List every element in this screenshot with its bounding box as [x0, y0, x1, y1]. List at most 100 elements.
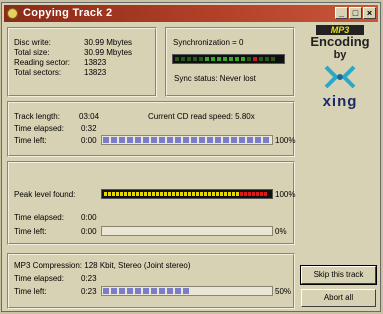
progress-segment — [199, 137, 205, 143]
peak-meter-segment — [172, 192, 175, 196]
peak-meter-segment — [252, 192, 255, 196]
progress-segment — [223, 137, 229, 143]
peak-level-meter — [101, 189, 273, 199]
peak-meter-segment — [132, 192, 135, 196]
peak-meter-segment — [264, 192, 267, 196]
progress-segment — [127, 137, 133, 143]
progress-segment — [159, 137, 165, 143]
peak-meter-segment — [192, 192, 195, 196]
peak-meter-segment — [260, 192, 263, 196]
track-percent: 100% — [275, 136, 296, 145]
peak-meter-segment — [148, 192, 151, 196]
sync-meter-segment — [187, 57, 191, 61]
sync-meter-segment — [199, 57, 203, 61]
progress-segment — [127, 288, 133, 294]
progress-segment — [111, 137, 117, 143]
progress-segment — [111, 288, 117, 294]
track-elapsed-label: Time elapsed: — [14, 124, 64, 133]
sync-meter-segment — [235, 57, 239, 61]
sync-meter-segment — [223, 57, 227, 61]
sync-meter — [172, 54, 285, 64]
mp3-percent: 50% — [275, 287, 292, 296]
peak-meter-segment — [112, 192, 115, 196]
progress-segment — [207, 137, 213, 143]
progress-segment — [231, 137, 237, 143]
title-bar[interactable]: Copying Track 2 _ □ × — [4, 5, 378, 22]
sync-meter-segment — [205, 57, 209, 61]
reading-sector-value: 13823 — [84, 58, 107, 67]
total-size-label: Total size: — [14, 48, 50, 57]
peak-meter-segment — [256, 192, 259, 196]
progress-segment — [183, 288, 189, 294]
sync-label: Synchronization = 0 — [173, 38, 244, 47]
progress-segment — [175, 288, 181, 294]
peak-meter-segment — [208, 192, 211, 196]
track-length-value: 03:04 — [79, 112, 100, 121]
minimize-button[interactable]: _ — [335, 7, 348, 19]
peak-meter-segment — [228, 192, 231, 196]
peak-meter-segment — [236, 192, 239, 196]
sync-meter-segment — [241, 57, 245, 61]
track-left-value: 0:00 — [81, 136, 97, 145]
track-left-label: Time left: — [14, 136, 47, 145]
peak-meter-segment — [104, 192, 107, 196]
abort-all-button[interactable]: Abort all — [301, 289, 376, 307]
peak-meter-segment — [200, 192, 203, 196]
peak-meter-segment — [160, 192, 163, 196]
peak-percent: 100% — [275, 190, 296, 199]
peak-meter-segment — [224, 192, 227, 196]
sync-meter-segment — [181, 57, 185, 61]
progress-segment — [215, 137, 221, 143]
progress-segment — [263, 137, 269, 143]
progress-segment — [255, 137, 261, 143]
peak-meter-segment — [212, 192, 215, 196]
peak-meter-segment — [156, 192, 159, 196]
peak-meter-segment — [116, 192, 119, 196]
progress-segment — [151, 137, 157, 143]
progress-segment — [103, 137, 109, 143]
mp3-compression-label: MP3 Compression: 128 Kbit, Stereo (Joint… — [14, 261, 191, 270]
peak-percent-2: 0% — [275, 227, 287, 236]
progress-segment — [247, 137, 253, 143]
progress-segment — [191, 137, 197, 143]
peak-meter-segment — [128, 192, 131, 196]
disc-write-value: 30.99 Mbytes — [84, 38, 133, 47]
mp3-elapsed-label: Time elapsed: — [14, 274, 64, 283]
peak-meter-segment — [244, 192, 247, 196]
mp3-elapsed-value: 0:23 — [81, 274, 97, 283]
peak-elapsed-label: Time elapsed: — [14, 213, 64, 222]
sync-meter-segment — [175, 57, 179, 61]
progress-segment — [103, 288, 109, 294]
peak-meter-segment — [140, 192, 143, 196]
cd-icon — [7, 8, 18, 19]
peak-meter-segment — [220, 192, 223, 196]
close-button[interactable]: × — [363, 7, 376, 19]
progress-segment — [151, 288, 157, 294]
peak-meter-segment — [204, 192, 207, 196]
sync-meter-segment — [265, 57, 269, 61]
maximize-button[interactable]: □ — [349, 7, 362, 19]
peak-meter-segment — [184, 192, 187, 196]
mp3-left-value: 0:23 — [81, 287, 97, 296]
total-sectors-label: Total sectors: — [14, 68, 62, 77]
sync-meter-segment — [253, 57, 257, 61]
sync-meter-segment — [247, 57, 251, 61]
reading-sector-label: Reading sector: — [14, 58, 71, 67]
progress-segment — [175, 137, 181, 143]
peak-meter-segment — [136, 192, 139, 196]
peak-meter-segment — [216, 192, 219, 196]
progress-segment — [135, 137, 141, 143]
peak-left-label: Time left: — [14, 227, 47, 236]
progress-segment — [183, 137, 189, 143]
progress-segment — [167, 137, 173, 143]
skip-track-button[interactable]: Skip this track — [300, 265, 377, 285]
peak-meter-segment — [152, 192, 155, 196]
peak-meter-segment — [240, 192, 243, 196]
total-size-value: 30.99 Mbytes — [84, 48, 133, 57]
mp3-left-label: Time left: — [14, 287, 47, 296]
peak-meter-segment — [232, 192, 235, 196]
sync-meter-segment — [271, 57, 275, 61]
sync-meter-segment — [193, 57, 197, 61]
sync-meter-segment — [229, 57, 233, 61]
peak-meter-segment — [124, 192, 127, 196]
